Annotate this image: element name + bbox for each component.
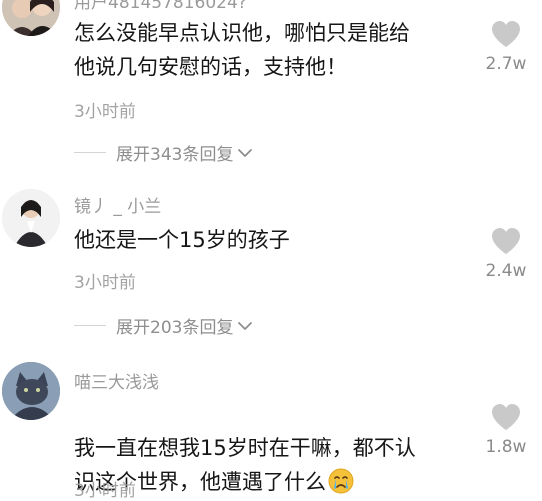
heart-icon (492, 404, 520, 430)
expand-replies-button[interactable]: 展开343条回复 (74, 140, 253, 165)
heart-icon (492, 21, 520, 47)
heart-icon (492, 228, 520, 254)
avatar[interactable] (2, 362, 60, 420)
divider (74, 325, 106, 326)
username[interactable]: 用户481457816024? (74, 0, 247, 13)
comment-time: 3小时前 (74, 481, 136, 501)
avatar[interactable] (2, 0, 60, 36)
divider (74, 152, 106, 153)
expand-replies-button[interactable]: 展开203条回复 (74, 313, 253, 338)
expand-replies-label: 展开343条回复 (116, 145, 234, 165)
like-count: 2.4w (485, 261, 527, 281)
like-button[interactable]: 2.7w (482, 20, 530, 74)
username[interactable]: 镜丿 _ 小兰 (74, 192, 161, 217)
expand-replies-label: 展开203条回复 (116, 318, 234, 338)
like-button[interactable]: 2.4w (482, 227, 530, 281)
crying-face-emoji (328, 468, 354, 494)
avatar[interactable] (2, 189, 60, 247)
username[interactable]: 喵三大浅浅 (74, 368, 159, 393)
like-count: 1.8w (485, 437, 527, 457)
chevron-down-icon (238, 148, 253, 157)
comment-text: 他还是一个15岁的孩子 (74, 228, 290, 252)
like-count: 2.7w (485, 54, 527, 74)
like-button[interactable]: 1.8w (482, 403, 530, 457)
comment-text: 怎么没能早点认识他，哪怕只是能给 他说几句安慰的话，支持他！ (74, 21, 410, 79)
comment-time: 3小时前 (74, 102, 136, 122)
comment-time: 3小时前 (74, 273, 136, 293)
chevron-down-icon (238, 321, 253, 330)
